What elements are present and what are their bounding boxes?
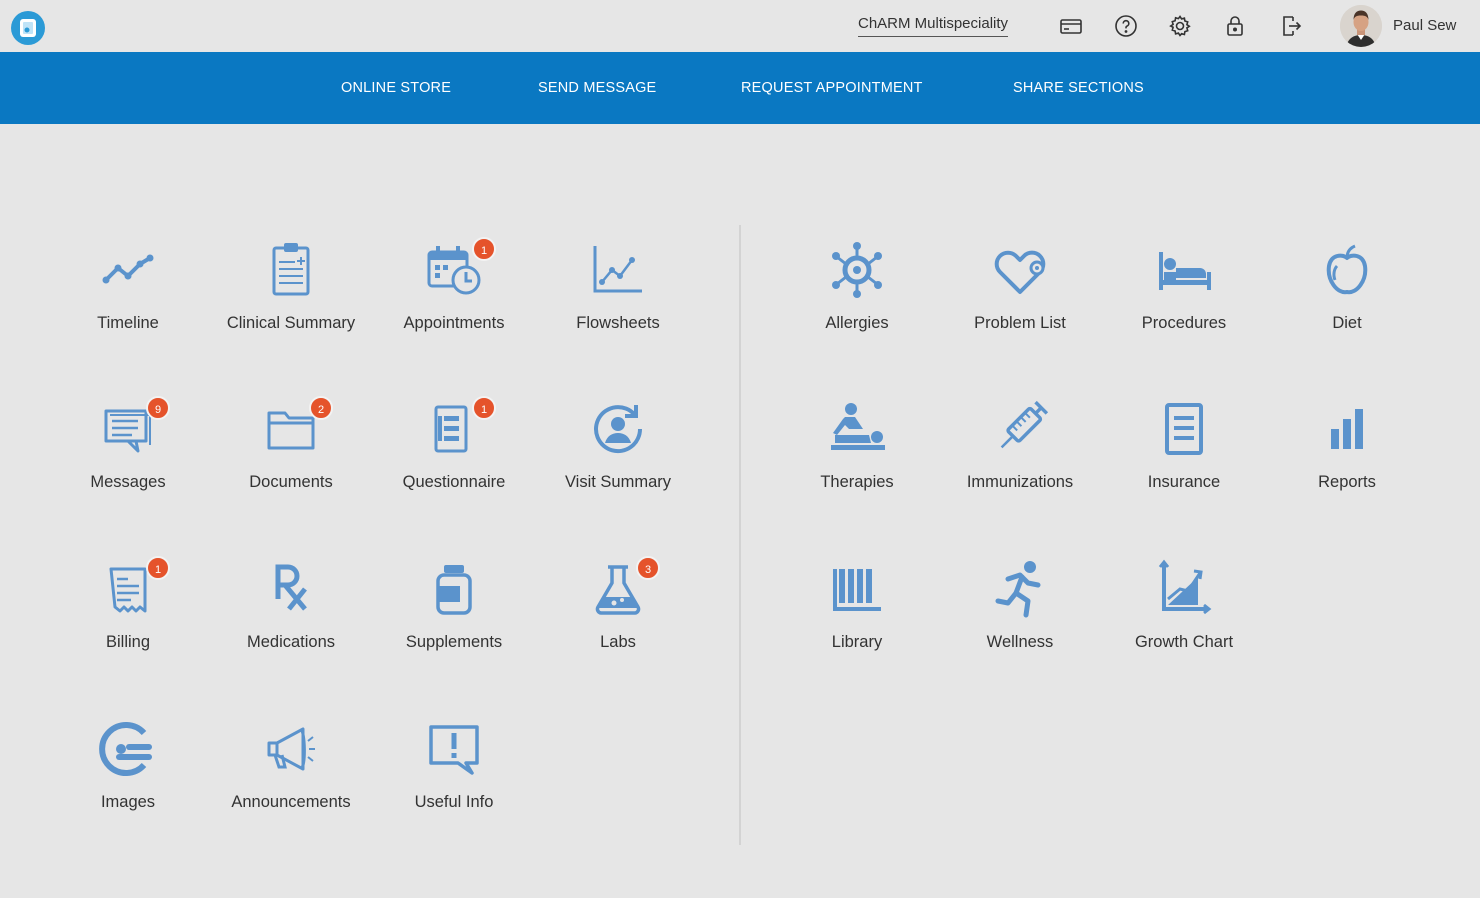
tile-problem-list[interactable]: Problem List: [940, 230, 1100, 340]
app-logo[interactable]: [11, 11, 45, 45]
tile-library[interactable]: Library: [777, 549, 937, 659]
notification-badge: 1: [146, 556, 170, 580]
nav-send-message[interactable]: SEND MESSAGE: [538, 52, 656, 124]
allergy-icon: [827, 240, 887, 300]
timeline-icon: [98, 240, 158, 300]
growth-chart-icon: [1154, 559, 1214, 619]
tile-label: Allergies: [825, 314, 889, 332]
tile-label: Useful Info: [414, 793, 494, 811]
nav-share-sections[interactable]: SHARE SECTIONS: [1013, 52, 1144, 124]
help-icon[interactable]: [1114, 14, 1138, 38]
tile-label: Reports: [1318, 473, 1376, 491]
tile-label: Immunizations: [966, 473, 1074, 491]
tile-supplements[interactable]: Supplements: [374, 549, 534, 659]
notification-badge: 1: [472, 237, 496, 261]
tile-announcements[interactable]: Announcements: [211, 709, 371, 819]
tile-questionnaire[interactable]: 1 Questionnaire: [374, 389, 534, 499]
info-bubble-icon: [424, 719, 484, 779]
nav-request-appointment[interactable]: REQUEST APPOINTMENT: [741, 52, 923, 124]
tile-label: Medications: [246, 633, 336, 651]
tile-label: Appointments: [403, 314, 505, 332]
tile-label: Problem List: [974, 314, 1066, 332]
tile-label: Timeline: [97, 314, 159, 332]
lock-icon[interactable]: [1223, 14, 1247, 38]
visit-summary-icon: [588, 399, 648, 459]
rx-icon: [261, 559, 321, 619]
megaphone-icon: [261, 719, 321, 779]
tile-flowsheets[interactable]: Flowsheets: [538, 230, 698, 340]
notification-badge: 9: [146, 396, 170, 420]
card-icon[interactable]: [1059, 14, 1083, 38]
gear-icon[interactable]: [1168, 14, 1192, 38]
tile-label: Visit Summary: [564, 473, 672, 491]
tile-label: Flowsheets: [576, 314, 660, 332]
tile-growth-chart[interactable]: Growth Chart: [1104, 549, 1264, 659]
scanner-icon: [98, 719, 158, 779]
tile-immunizations[interactable]: Immunizations: [940, 389, 1100, 499]
tile-label: Messages: [90, 473, 166, 491]
tile-messages[interactable]: 9 Messages: [48, 389, 208, 499]
insurance-document-icon: [1154, 399, 1214, 459]
tile-label: Images: [100, 793, 156, 811]
tile-diet[interactable]: Diet: [1267, 230, 1427, 340]
nav-online-store[interactable]: ONLINE STORE: [341, 52, 451, 124]
line-chart-icon: [588, 240, 648, 300]
tile-billing[interactable]: 1 Billing: [48, 549, 208, 659]
tile-appointments[interactable]: 1 Appointments: [374, 230, 534, 340]
tile-therapies[interactable]: Therapies: [777, 389, 937, 499]
tile-timeline[interactable]: Timeline: [48, 230, 208, 340]
clipboard-icon: [261, 240, 321, 300]
tile-label: Questionnaire: [402, 473, 506, 491]
logout-icon[interactable]: [1279, 14, 1303, 38]
tile-medications[interactable]: Medications: [211, 549, 371, 659]
apple-icon: [1317, 240, 1377, 300]
tile-label: Insurance: [1147, 473, 1221, 491]
tile-label: Documents: [249, 473, 333, 491]
tile-label: Labs: [600, 633, 636, 651]
tile-insurance[interactable]: Insurance: [1104, 389, 1264, 499]
tile-label: Growth Chart: [1134, 633, 1234, 651]
tile-label: Supplements: [405, 633, 503, 651]
tile-allergies[interactable]: Allergies: [777, 230, 937, 340]
hospital-bed-icon: [1154, 240, 1214, 300]
top-header: ChARM Multispeciality Paul Sew: [0, 0, 1480, 52]
tile-label: Clinical Summary: [226, 314, 356, 332]
tile-label: Library: [831, 633, 883, 651]
heart-stethoscope-icon: [990, 240, 1050, 300]
notification-badge: 1: [472, 396, 496, 420]
avatar[interactable]: [1340, 5, 1382, 47]
tile-images[interactable]: Images: [48, 709, 208, 819]
practice-selector[interactable]: ChARM Multispeciality: [858, 15, 1009, 37]
tile-label: Diet: [1332, 314, 1362, 332]
user-name[interactable]: Paul Sew: [1393, 17, 1456, 34]
notification-badge: 3: [636, 556, 660, 580]
therapy-icon: [827, 399, 887, 459]
library-icon: [827, 559, 887, 619]
top-nav: ONLINE STORE SEND MESSAGE REQUEST APPOIN…: [0, 52, 1480, 124]
bar-chart-icon: [1317, 399, 1377, 459]
running-person-icon: [990, 559, 1050, 619]
syringe-icon: [990, 399, 1050, 459]
tile-label: Wellness: [986, 633, 1054, 651]
tile-useful-info[interactable]: Useful Info: [374, 709, 534, 819]
notification-badge: 2: [309, 396, 333, 420]
tile-visit-summary[interactable]: Visit Summary: [538, 389, 698, 499]
tile-labs[interactable]: 3 Labs: [538, 549, 698, 659]
supplement-jar-icon: [424, 559, 484, 619]
tile-procedures[interactable]: Procedures: [1104, 230, 1264, 340]
section-divider: [739, 225, 741, 845]
tile-label: Announcements: [231, 793, 351, 811]
tile-clinical-summary[interactable]: Clinical Summary: [211, 230, 371, 340]
tile-wellness[interactable]: Wellness: [940, 549, 1100, 659]
tile-label: Procedures: [1141, 314, 1227, 332]
tile-label: Therapies: [820, 473, 894, 491]
tile-documents[interactable]: 2 Documents: [211, 389, 371, 499]
tile-label: Billing: [105, 633, 151, 651]
tile-reports[interactable]: Reports: [1267, 389, 1427, 499]
